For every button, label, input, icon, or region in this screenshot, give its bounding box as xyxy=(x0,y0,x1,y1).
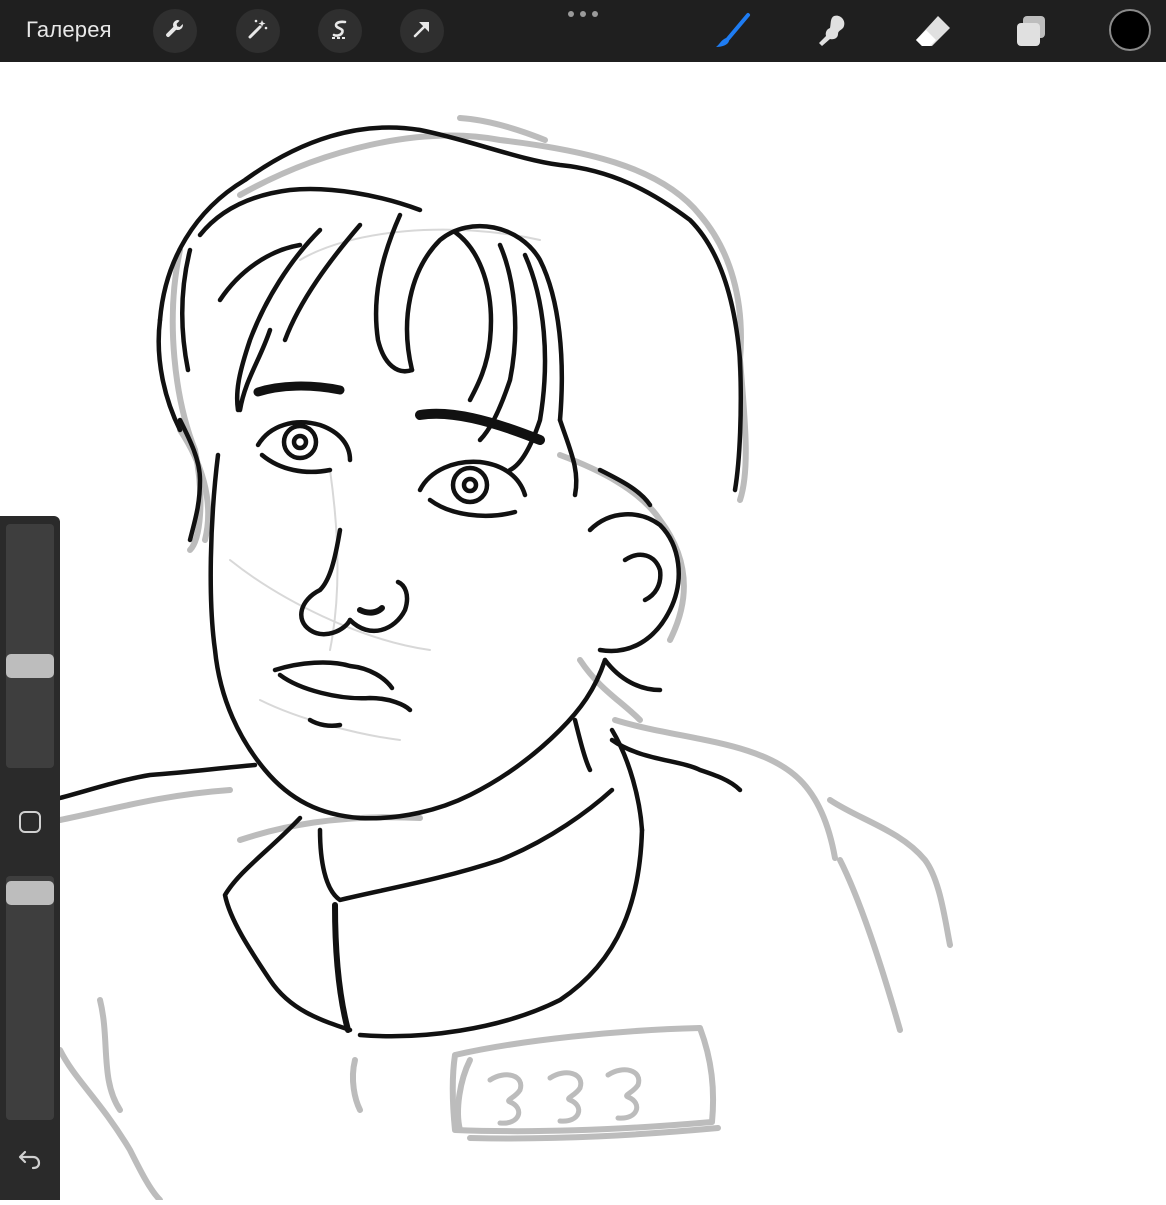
adjustments-button[interactable] xyxy=(236,9,280,53)
wrench-icon xyxy=(163,17,187,46)
more-dots-icon[interactable] xyxy=(566,6,600,20)
transform-arrow-icon xyxy=(410,17,434,46)
top-toolbar: Галерея xyxy=(0,0,1166,62)
selection-icon xyxy=(328,17,352,46)
eraser-icon xyxy=(912,16,954,56)
brush-size-slider-thumb[interactable] xyxy=(6,654,54,678)
color-picker-button[interactable] xyxy=(1109,9,1151,51)
square-modifier-icon[interactable] xyxy=(18,810,42,834)
gallery-button[interactable]: Галерея xyxy=(26,17,112,43)
brush-size-slider[interactable] xyxy=(6,524,54,768)
left-sidebar xyxy=(0,516,60,1200)
layers-icon xyxy=(1011,16,1053,56)
transform-button[interactable] xyxy=(400,9,444,53)
brush-icon xyxy=(712,13,754,56)
eraser-tool-button[interactable] xyxy=(912,10,954,52)
smudge-icon xyxy=(812,15,854,56)
opacity-slider[interactable] xyxy=(6,876,54,1120)
brush-tool-button[interactable] xyxy=(712,10,754,52)
opacity-slider-thumb[interactable] xyxy=(6,881,54,905)
layers-tool-button[interactable] xyxy=(1011,10,1053,52)
undo-icon[interactable] xyxy=(16,1144,44,1172)
drawing-canvas[interactable] xyxy=(0,62,1166,1203)
smudge-tool-button[interactable] xyxy=(812,10,854,52)
selection-button[interactable] xyxy=(318,9,362,53)
line-drawing-artwork xyxy=(57,115,953,1203)
actions-button[interactable] xyxy=(153,9,197,53)
magic-wand-icon xyxy=(246,17,270,46)
